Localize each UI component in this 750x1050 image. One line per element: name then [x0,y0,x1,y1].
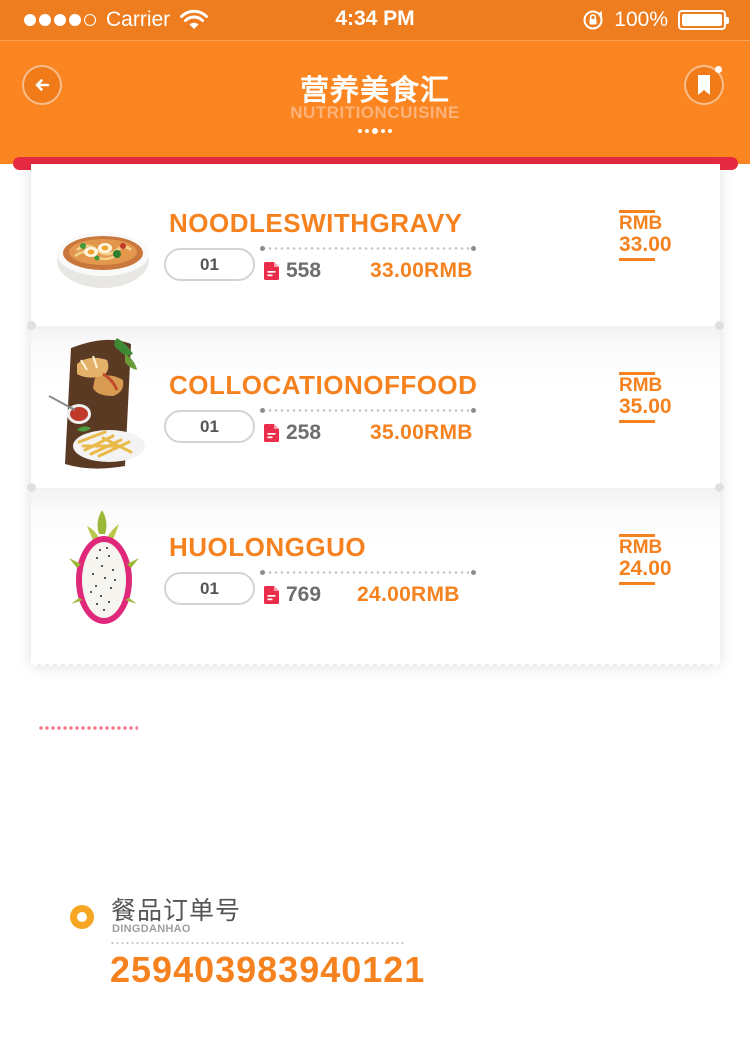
battery-percent: 100% [614,8,668,31]
perforation-notch [715,483,724,492]
price-currency: RMB [619,537,663,558]
item-subtotal: 35.00RMB [370,421,473,444]
bookmark-button[interactable] [684,65,724,105]
order-number-label-en: DINGDANHAO [112,923,191,935]
title-dots-decoration [0,128,750,134]
perforation-notch [27,321,36,330]
item-count: 558 [286,259,322,282]
item-price: RMB 33.00 [619,210,689,261]
quantity-badge[interactable]: 01 [164,572,255,605]
order-item-row[interactable]: COLLOCATIONOFFOOD 01 258 35.00RMB RMB 35… [27,321,724,488]
item-name: HUOLONGGUO [169,532,367,562]
bookmark-icon [698,75,710,95]
dotted-divider [260,246,476,251]
document-icon [264,586,279,604]
notification-dot [715,66,722,73]
price-currency: RMB [619,213,663,234]
battery-icon [678,10,729,30]
meal-platter-image [48,338,145,469]
dragon-fruit-image [69,510,139,624]
document-icon [264,262,279,280]
quantity-badge[interactable]: 01 [164,248,255,281]
item-price: RMB 35.00 [619,372,689,423]
item-name: COLLOCATIONOFFOOD [169,370,478,400]
price-bottom-bar [619,258,655,261]
dotted-divider [260,570,476,575]
item-name: NOODLESWITHGRAVY [169,208,463,238]
quantity-badge[interactable]: 01 [164,410,255,443]
perforation-notch [27,483,36,492]
item-count: 258 [286,421,322,444]
item-subtotal: 33.00RMB [370,259,473,282]
order-item-row[interactable]: NOODLESWITHGRAVY 01 558 33.00RMB RMB 33.… [31,164,720,326]
price-bottom-bar [619,582,655,585]
price-amount: 35.00 [619,395,672,418]
app-header: 营养美食汇 NUTRITIONCUISINE [0,40,750,164]
price-currency: RMB [619,375,663,396]
order-number-label: 餐品订单号 [111,897,242,925]
decorative-dotted-line [38,726,138,730]
order-marker-icon [70,905,94,929]
status-bar: Carrier 4:34 PM 100% [0,0,750,40]
order-receipt-card: NOODLESWITHGRAVY 01 558 33.00RMB RMB 33.… [27,164,724,666]
price-amount: 24.00 [619,557,672,580]
order-dotted-divider [110,942,406,944]
item-price: RMB 24.00 [619,534,689,585]
status-right: 100% [582,8,729,32]
header-divider [0,40,750,41]
document-icon [264,424,279,442]
page-subtitle: NUTRITIONCUISINE [290,103,460,122]
order-number: 25940398394012​1 [110,949,426,990]
price-bottom-bar [619,420,655,423]
item-subtotal: 24.00RMB [357,583,460,606]
order-item-row[interactable]: HUOLONGGUO 01 769 24.00RMB RMB 24.00 [27,483,724,664]
item-count: 769 [286,583,322,606]
noodle-bowl-image [57,232,149,288]
receipt-perforated-edge [31,662,720,666]
dotted-divider [260,408,476,413]
orientation-lock-icon [583,10,603,30]
price-amount: 33.00 [619,233,672,256]
perforation-notch [715,321,724,330]
